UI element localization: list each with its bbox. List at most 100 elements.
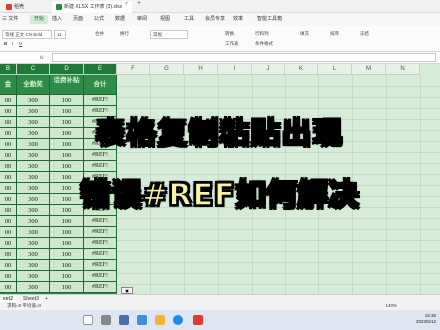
table-cell[interactable]: 100 <box>50 249 84 260</box>
table-cell[interactable]: 00 <box>0 271 17 282</box>
gridline-h <box>117 240 440 241</box>
table-cell[interactable]: #REF! <box>84 260 117 271</box>
sheet-tabs-bar: eet2 Sheet3 + <box>0 294 440 303</box>
menu-item-6[interactable]: 审阅 <box>137 15 147 24</box>
column-header-G[interactable]: G <box>150 64 184 75</box>
table-cell[interactable]: 300 <box>17 216 50 227</box>
column-header-B[interactable]: B <box>0 64 17 75</box>
table-cell[interactable]: 300 <box>17 238 50 249</box>
table-cell[interactable]: 300 <box>17 271 50 282</box>
tab-workbook[interactable]: 新建 XLSX 工作表 (3).xlsx <box>52 1 132 13</box>
number-format-select[interactable]: 常规 <box>150 30 188 39</box>
task-view-icon[interactable] <box>119 315 129 325</box>
formula-input[interactable] <box>52 53 436 62</box>
fill-button[interactable]: 填充 <box>300 30 309 37</box>
zoom-level[interactable]: 140% <box>382 302 400 310</box>
table-cell[interactable]: 100 <box>50 238 84 249</box>
gridline-h <box>117 108 440 109</box>
menu-item-0[interactable]: 三 文件 <box>2 15 18 24</box>
gridline-h <box>117 273 440 274</box>
bold-button[interactable]: B <box>4 40 7 47</box>
edge-icon[interactable] <box>137 315 147 325</box>
freeze-button[interactable]: 冻结 <box>360 30 369 37</box>
menu-item-5[interactable]: 数据 <box>115 15 125 24</box>
table-header-cell[interactable]: 合计 <box>84 75 117 95</box>
table-cell[interactable]: 100 <box>50 282 84 293</box>
menu-item-11[interactable]: 智能工具箱 <box>257 15 282 24</box>
table-cell[interactable]: 00 <box>0 249 17 260</box>
table-cell[interactable]: 300 <box>17 282 50 293</box>
table-cell[interactable]: 100 <box>50 271 84 282</box>
column-header-D[interactable]: D <box>50 64 84 75</box>
table-cell[interactable]: 300 <box>17 260 50 271</box>
menu-item-7[interactable]: 视图 <box>160 15 170 24</box>
table-cell[interactable]: 00 <box>0 238 17 249</box>
column-header-K[interactable]: K <box>285 64 318 75</box>
menu-item-10[interactable]: 效率 <box>233 15 243 24</box>
table-cell[interactable]: 300 <box>17 95 50 106</box>
table-cell[interactable]: 300 <box>17 249 50 260</box>
menu-item-3[interactable]: 页面 <box>73 15 83 24</box>
gridline-h <box>117 86 440 87</box>
worksheet-button[interactable]: 工作表 <box>225 40 239 47</box>
table-header-cell[interactable]: 全勤奖 <box>17 75 50 95</box>
table-cell[interactable]: 00 <box>0 227 17 238</box>
table-header-cell[interactable]: 话费补贴 <box>50 75 84 95</box>
table-cell[interactable]: 00 <box>0 216 17 227</box>
start-icon[interactable] <box>83 315 93 325</box>
browser-icon[interactable] <box>173 315 183 325</box>
table-cell[interactable]: #REF! <box>84 249 117 260</box>
table-cell[interactable]: #REF! <box>84 95 117 106</box>
table-cell[interactable]: #REF! <box>84 227 117 238</box>
menu-item-4[interactable]: 公式 <box>94 15 104 24</box>
table-cell[interactable]: 300 <box>17 227 50 238</box>
fx-icon[interactable]: fx <box>40 54 44 61</box>
table-header-cell[interactable]: 金 <box>0 75 17 95</box>
caption-line-2: 错误#REF如何解决 <box>80 177 360 214</box>
italic-button[interactable]: I <box>12 40 13 47</box>
table-cell[interactable]: 00 <box>0 260 17 271</box>
search-icon[interactable] <box>101 315 111 325</box>
font-name-select[interactable]: 等线 正文 CN Bold <box>2 30 52 39</box>
menu-item-8[interactable]: 工具 <box>184 15 194 24</box>
column-header-E[interactable]: E <box>84 64 117 75</box>
menu-item-9[interactable]: 会员专享 <box>205 15 225 24</box>
table-cell[interactable]: 100 <box>50 227 84 238</box>
column-header-J[interactable]: J <box>252 64 285 75</box>
table-cell[interactable]: #REF! <box>84 216 117 227</box>
wps-icon[interactable] <box>193 315 203 325</box>
table-cell[interactable]: 100 <box>50 260 84 271</box>
column-header-N[interactable]: N <box>386 64 420 75</box>
table-cell[interactable]: 100 <box>50 95 84 106</box>
rowcol-button[interactable]: 行和列 <box>255 30 269 37</box>
gridline-h <box>117 218 440 219</box>
column-header-M[interactable]: M <box>352 64 386 75</box>
sort-button[interactable]: 排序 <box>330 30 339 37</box>
table-cell[interactable]: 100 <box>50 216 84 227</box>
table-cell[interactable]: #REF! <box>84 238 117 249</box>
table-cell[interactable]: #REF! <box>84 271 117 282</box>
column-header-L[interactable]: L <box>318 64 352 75</box>
column-header-C[interactable]: C <box>17 64 50 75</box>
column-header-F[interactable]: F <box>117 64 150 75</box>
close-tab-icon[interactable]: × <box>125 1 128 7</box>
folder-icon[interactable] <box>155 315 165 325</box>
column-header-I[interactable]: I <box>218 64 252 75</box>
column-header-H[interactable]: H <box>184 64 218 75</box>
font-size-select[interactable]: 11 <box>54 30 66 39</box>
underline-button[interactable]: U <box>19 40 22 47</box>
table-cell[interactable]: 00 <box>0 95 17 106</box>
merge-button[interactable]: 合并 <box>95 30 104 37</box>
menu-item-2[interactable]: 插入 <box>52 15 62 24</box>
convert-button[interactable]: 转换 <box>225 30 234 37</box>
new-tab-button[interactable]: + <box>137 0 141 7</box>
table-cell[interactable]: #REF! <box>84 282 117 293</box>
wrap-button[interactable]: 换行 <box>120 30 129 37</box>
paste-options-icon[interactable]: ▣ <box>121 287 133 294</box>
menu-item-1[interactable]: 开始 <box>30 15 49 24</box>
table-cell[interactable]: 00 <box>0 282 17 293</box>
menu-bar: 三 文件 开始 插入 页面 公式 数据 审阅 视图 工具 会员专享 效率 智能工具箱 <box>0 13 440 26</box>
system-clock: 15:36 2023/5/12 <box>416 313 436 325</box>
tab-docer[interactable]: 稻壳 <box>2 1 50 13</box>
conditional-format-button[interactable]: 条件格式 <box>255 40 273 47</box>
